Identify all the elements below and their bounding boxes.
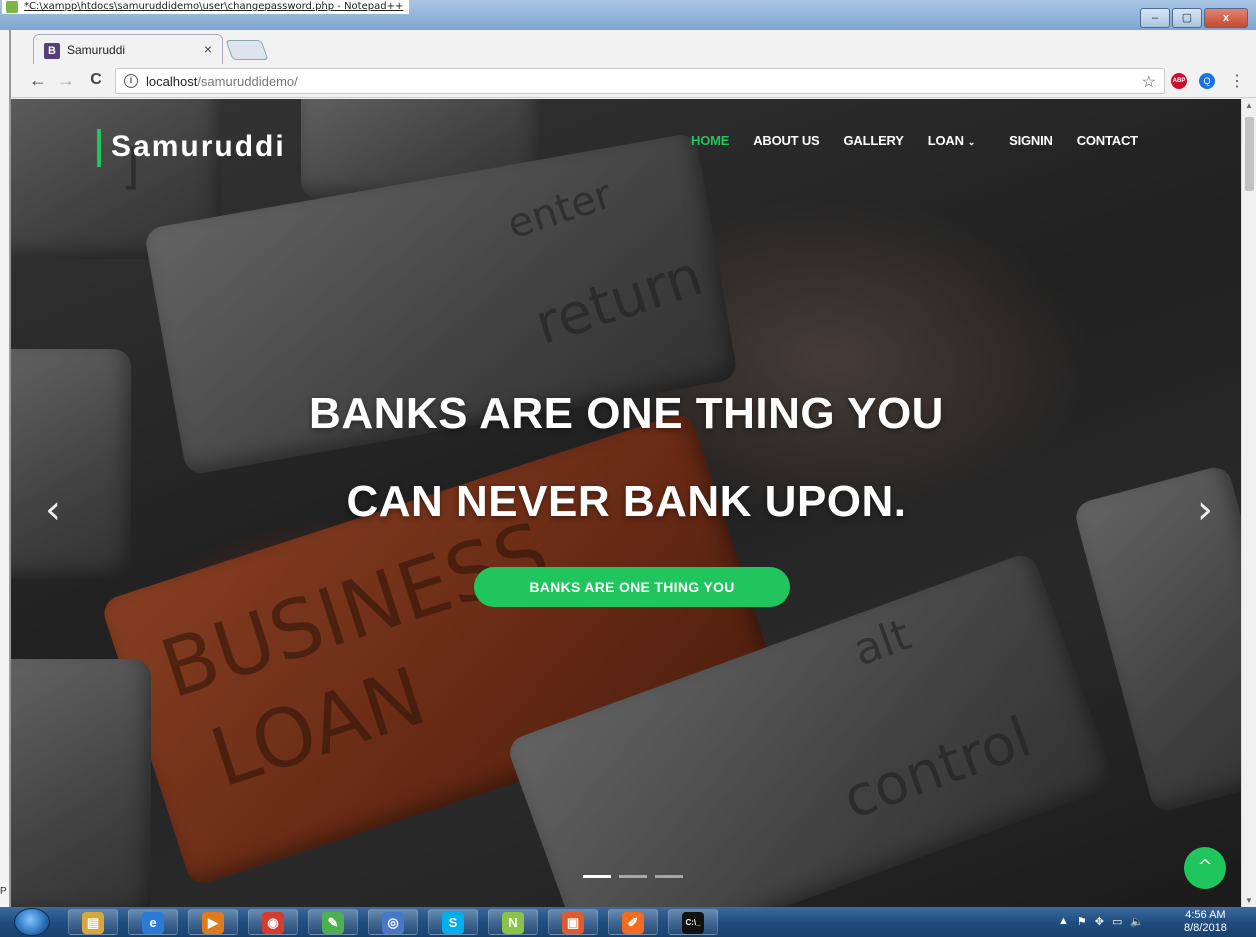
main-nav: HOME ABOUT US GALLERY LOAN ⌄ SIGNIN CONTA…	[691, 133, 1138, 148]
taskbar-app-internet-explorer[interactable]: e	[128, 909, 178, 935]
extension-icon[interactable]: Q	[1199, 73, 1215, 89]
browser-tab[interactable]: B Samuruddi ×	[33, 34, 223, 64]
tray-expand-icon[interactable]: ▲	[1058, 915, 1069, 928]
clock-time: 4:56 AM	[1185, 909, 1226, 921]
close-button[interactable]: x	[1204, 8, 1248, 28]
taskbar-app-paint-app[interactable]: ✐	[608, 909, 658, 935]
browser-window: B Samuruddi × ← → C i localhost/samurudd…	[10, 30, 1256, 907]
page-viewport: ] enter return BUSINESS LOAN alt control…	[11, 99, 1242, 907]
taskbar-app-file-explorer[interactable]: ▤	[68, 909, 118, 935]
hero-headline-line-1: BANKS ARE ONE THING YOU	[309, 389, 944, 438]
browser-menu-icon[interactable]: ⋮	[1229, 71, 1245, 91]
background-window-title[interactable]: *C:\xampp\htdocs\samuruddidemo\user\chan…	[2, 0, 410, 14]
back-to-top-button[interactable]: ^	[1184, 847, 1226, 889]
nav-item-loan[interactable]: LOAN ⌄	[927, 133, 976, 148]
maximize-button[interactable]: ▢	[1172, 8, 1202, 28]
new-tab-button[interactable]	[225, 40, 269, 60]
action-center-flag-icon[interactable]: ⚑	[1077, 915, 1087, 928]
reload-icon[interactable]: C	[85, 71, 107, 89]
internet-explorer-icon: e	[142, 912, 164, 934]
hero-cta-button[interactable]: BANKS ARE ONE THING YOU	[474, 567, 790, 607]
browser-toolbar: ← → C i localhost/samuruddidemo/ ☆ ABP Q…	[11, 64, 1256, 98]
bootstrap-favicon-icon: B	[44, 43, 60, 59]
taskbar-clock[interactable]: 4:56 AM 8/8/2018	[1184, 909, 1227, 935]
carousel-indicator[interactable]	[619, 875, 647, 878]
bookmark-star-icon[interactable]: ☆	[1142, 72, 1156, 92]
chrome-alt-icon: ◎	[382, 912, 404, 934]
chrome-icon: ◉	[262, 912, 284, 934]
nav-item-gallery[interactable]: GALLERY	[844, 133, 904, 148]
chevron-up-icon: ^	[1197, 856, 1213, 877]
skype-icon: S	[442, 912, 464, 934]
dropbox-icon[interactable]: ✥	[1095, 915, 1104, 928]
background-window-edge: P	[0, 30, 10, 907]
leaf-app-icon: ✎	[322, 912, 344, 934]
scroll-down-icon[interactable]: ▼	[1245, 896, 1253, 905]
taskbar-app-leaf-app[interactable]: ✎	[308, 909, 358, 935]
tab-title: Samuruddi	[67, 43, 126, 57]
tab-close-icon[interactable]: ×	[204, 41, 212, 57]
command-prompt-icon: C:\_	[682, 912, 704, 934]
site-logo[interactable]: Samuruddi	[97, 129, 286, 167]
tab-strip: B Samuruddi ×	[11, 30, 1256, 64]
minimize-button[interactable]: –	[1140, 8, 1170, 28]
carousel-indicator[interactable]	[583, 875, 611, 878]
nav-item-home[interactable]: HOME	[691, 133, 729, 148]
taskbar-app-command-prompt[interactable]: C:\_	[668, 909, 718, 935]
background-window-title-text: *C:\xampp\htdocs\samuruddidemo\user\chan…	[24, 1, 404, 12]
file-explorer-icon: ▤	[82, 912, 104, 934]
carousel-indicator[interactable]	[655, 875, 683, 878]
carousel-next-icon[interactable]: ›	[1197, 487, 1213, 533]
chevron-down-icon: ⌄	[967, 137, 976, 147]
scroll-up-icon[interactable]: ▲	[1245, 101, 1253, 110]
taskbar-app-skype[interactable]: S	[428, 909, 478, 935]
taskbar-app-notepad-plus-plus[interactable]: N	[488, 909, 538, 935]
notepad-plus-plus-icon: N	[502, 912, 524, 934]
url-path: /samuruddidemo/	[197, 74, 298, 89]
nav-item-about-us[interactable]: ABOUT US	[753, 133, 819, 148]
notepad-plus-plus-icon	[6, 1, 18, 13]
taskbar-app-chrome[interactable]: ◉	[248, 909, 298, 935]
carousel-indicators	[583, 875, 683, 878]
left-edge-text: P	[0, 886, 7, 897]
back-icon[interactable]: ←	[27, 70, 49, 91]
system-tray: ▲ ⚑ ✥ ▭ 🔈	[1058, 915, 1144, 928]
volume-icon[interactable]: 🔈	[1130, 915, 1144, 928]
window-controls: – ▢ x	[1140, 8, 1248, 28]
carousel-prev-icon[interactable]: ‹	[45, 487, 61, 533]
windows-taskbar: ▤ e ▶ ◉ ✎ ◎ S N ▣ ✐ C:\_ ▲ ⚑ ✥ ▭ 🔈 4:56 AM 8/8/201…	[0, 907, 1256, 937]
media-player-icon: ▶	[202, 912, 224, 934]
info-icon[interactable]: i	[124, 74, 138, 88]
network-icon[interactable]: ▭	[1112, 915, 1122, 928]
url-host: localhost	[146, 74, 198, 89]
hero-headline-line-2: CAN NEVER BANK UPON.	[346, 477, 907, 526]
background-window: *C:\xampp\htdocs\samuruddidemo\user\chan…	[0, 0, 1256, 30]
scroll-thumb[interactable]	[1245, 117, 1254, 191]
forward-icon[interactable]: →	[55, 70, 77, 91]
nav-item-loan-label: LOAN	[927, 133, 964, 148]
nav-item-signin[interactable]: SIGNIN	[1009, 133, 1053, 148]
taskbar-app-chrome-alt[interactable]: ◎	[368, 909, 418, 935]
clock-date: 8/8/2018	[1184, 922, 1227, 934]
adblock-plus-icon[interactable]: ABP	[1171, 73, 1187, 89]
nav-item-contact[interactable]: CONTACT	[1077, 133, 1138, 148]
page-scrollbar[interactable]: ▲ ▼	[1241, 99, 1256, 907]
taskbar-app-media-player[interactable]: ▶	[188, 909, 238, 935]
paint-app-icon: ✐	[622, 912, 644, 934]
taskbar-app-presentation-app[interactable]: ▣	[548, 909, 598, 935]
address-bar[interactable]: i localhost/samuruddidemo/ ☆	[115, 68, 1165, 94]
url-text: localhost/samuruddidemo/	[146, 74, 298, 89]
start-button[interactable]	[14, 908, 50, 936]
presentation-app-icon: ▣	[562, 912, 584, 934]
